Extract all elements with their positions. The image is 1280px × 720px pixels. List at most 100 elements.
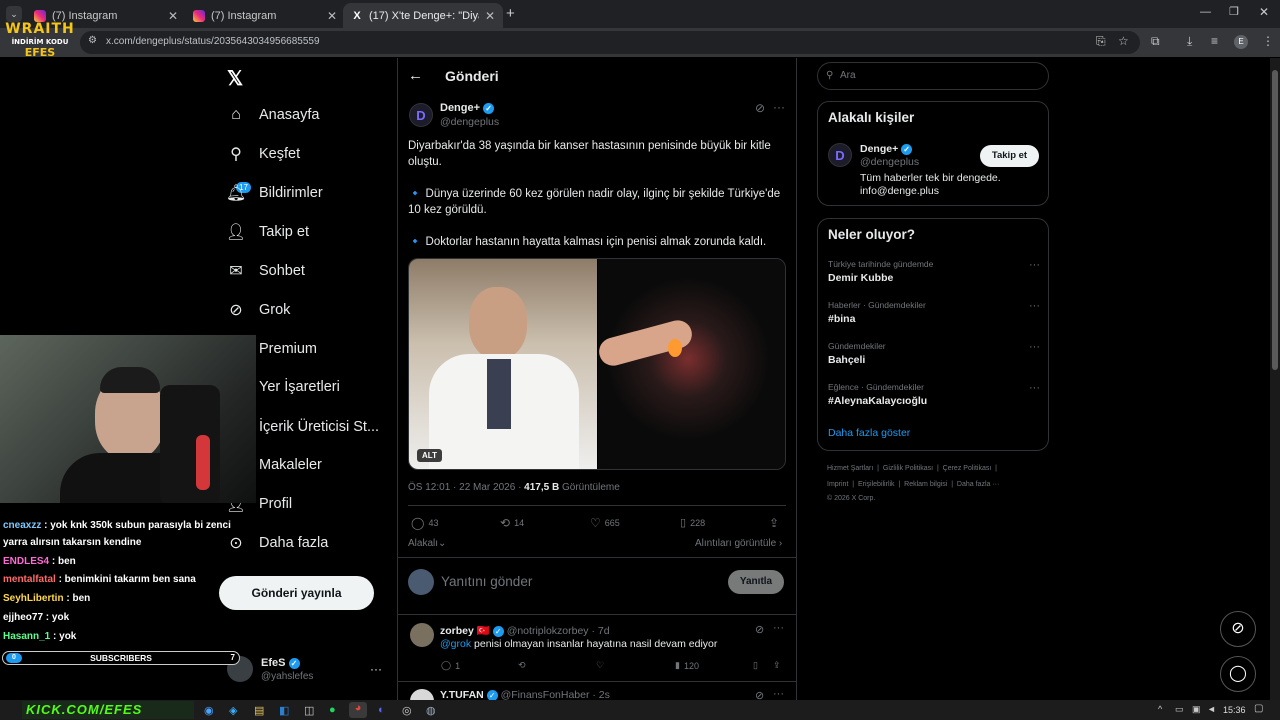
footer-links[interactable]: Hizmet Şartları | Gizlilik Politikası | … xyxy=(827,465,997,472)
address-bar[interactable]: x.com/dengeplus/status/20356430349566855… xyxy=(80,31,1140,54)
account-name[interactable]: EfeS ✓ xyxy=(261,657,300,669)
restore-icon[interactable]: ❐ xyxy=(1229,5,1239,18)
discord-icon[interactable]: ◐ xyxy=(378,704,385,716)
author-handle[interactable]: @dengeplus xyxy=(440,116,499,128)
post-media[interactable]: ALT xyxy=(408,258,786,470)
trend-more-icon[interactable]: ··· xyxy=(1029,382,1040,394)
view-quotes-link[interactable]: Alıntıları görüntüle › xyxy=(695,538,782,549)
explorer-icon[interactable]: ▤ xyxy=(254,704,264,717)
tray-app-icon[interactable]: ▭ xyxy=(1175,704,1184,715)
messages-float-button[interactable]: ◯ xyxy=(1220,656,1256,692)
reply-input[interactable]: Yanıtını gönder xyxy=(441,574,532,589)
browser-menu-icon[interactable]: ⋮ xyxy=(1262,34,1274,48)
copilot-icon[interactable]: ◈ xyxy=(229,704,237,717)
volume-icon[interactable]: ◄ xyxy=(1207,704,1216,714)
sidebar-item-grok[interactable]: ⊘ Grok xyxy=(227,301,290,319)
chrome-icon[interactable]: ◕ xyxy=(349,702,367,718)
sidebar-item-bell[interactable]: 🔔︎ Bildirimler xyxy=(225,184,323,202)
download-icon[interactable]: ⤓ xyxy=(1187,34,1192,49)
trend-item[interactable]: Haberler · Gündemdekiler #bina ··· xyxy=(828,300,1040,325)
close-tab-icon[interactable]: ✕ xyxy=(168,9,178,23)
minimize-icon[interactable]: — xyxy=(1200,6,1211,18)
repost-icon: ⟲ xyxy=(500,516,511,530)
reply-share-button[interactable]: ⇪ xyxy=(773,660,781,671)
profile-avatar[interactable]: E xyxy=(1234,35,1248,49)
sidebar-item-search[interactable]: ⚲ Keşfet xyxy=(227,145,300,163)
reply-button[interactable]: ◯ 43 xyxy=(411,516,438,530)
bell-icon: 🔔︎ xyxy=(225,185,247,202)
close-window-icon[interactable]: ✕ xyxy=(1259,5,1269,19)
close-tab-icon[interactable]: ✕ xyxy=(327,9,337,23)
show-more-link[interactable]: Daha fazla göster xyxy=(828,427,910,439)
sidebar-item-more-circle[interactable]: ⊙ Daha fazla xyxy=(227,534,328,552)
trend-more-icon[interactable]: ··· xyxy=(1029,259,1040,271)
bookmark-button[interactable]: ▯ 228 xyxy=(680,516,705,529)
grok-icon[interactable]: ⊘ xyxy=(755,101,765,115)
doctor-photo[interactable] xyxy=(409,259,597,469)
tab-list-button[interactable]: ⌄ xyxy=(6,6,22,22)
search-input[interactable]: Ara xyxy=(817,62,1049,90)
chevron-down-icon: ⌄ xyxy=(438,538,447,549)
suggested-avatar[interactable]: D xyxy=(828,143,852,167)
follow-button[interactable]: Takip et xyxy=(980,145,1039,167)
grok-float-button[interactable]: ⊘ xyxy=(1220,611,1256,647)
post-button[interactable]: Gönderi yayınla xyxy=(219,576,374,610)
steam-icon[interactable]: ◍ xyxy=(426,704,436,717)
scan-photo[interactable] xyxy=(595,259,785,469)
like-button[interactable]: ♡ 665 xyxy=(590,516,620,530)
reply-more-icon[interactable]: ··· xyxy=(773,622,784,634)
tab-x-post[interactable]: X(17) X'te Denge+: "Diyarbakır'd✕ xyxy=(343,3,503,28)
site-info-icon[interactable]: ⚙ xyxy=(88,35,97,46)
outlook-icon[interactable]: ◧ xyxy=(279,704,289,717)
spotify-icon[interactable]: ● xyxy=(329,704,336,716)
trend-item[interactable]: Türkiye tarihinde gündemde Demir Kubbe ··· xyxy=(828,259,1040,284)
back-arrow-icon[interactable]: ← xyxy=(408,67,423,84)
network-icon[interactable]: ▣ xyxy=(1192,704,1201,715)
reply-avatar[interactable] xyxy=(410,623,434,647)
install-app-icon[interactable]: ⎘ xyxy=(1096,34,1106,49)
sidebar-item-home[interactable]: ⌂ Anasayfa xyxy=(227,106,319,124)
author-avatar[interactable]: D xyxy=(409,103,433,127)
reply-repost-button[interactable]: ⟲ xyxy=(518,660,526,671)
my-avatar[interactable] xyxy=(408,569,434,595)
app-icon[interactable]: ◫ xyxy=(304,704,314,717)
divider xyxy=(408,505,786,506)
reply-reply-button[interactable]: ◯ 1 xyxy=(441,660,460,671)
sidebar-item-mail[interactable]: ✉ Sohbet xyxy=(227,262,305,280)
bookmark-star-icon[interactable]: ☆ xyxy=(1118,34,1129,48)
chat-message: ejjheo77 : yok xyxy=(3,612,69,623)
scrollbar-thumb[interactable] xyxy=(1272,70,1278,370)
trend-item[interactable]: Gündemdekiler Bahçeli ··· xyxy=(828,341,1040,366)
sidebar-item-person-add[interactable]: 👤︎ Takip et xyxy=(226,223,309,241)
reply-submit-button[interactable]: Yanıtla xyxy=(728,570,784,594)
reply-views-button[interactable]: ▮ 120 xyxy=(675,660,699,671)
edge-icon[interactable]: ◉ xyxy=(204,704,214,717)
notifications-icon[interactable]: ▢ xyxy=(1254,703,1263,714)
close-tab-icon[interactable]: ✕ xyxy=(485,9,495,23)
author-name[interactable]: Denge+ ✓ xyxy=(440,102,495,114)
obs-icon[interactable]: ◎ xyxy=(402,704,412,717)
account-menu-icon[interactable]: ··· xyxy=(370,662,382,676)
trend-more-icon[interactable]: ··· xyxy=(1029,300,1040,312)
alt-badge[interactable]: ALT xyxy=(417,449,442,462)
reply-more-icon[interactable]: ··· xyxy=(773,688,784,700)
reply-bookmark-button[interactable]: ▯ xyxy=(753,660,758,671)
new-tab-icon[interactable]: + xyxy=(506,5,515,22)
clock[interactable]: 15:36 xyxy=(1223,705,1246,715)
media-icon[interactable]: ≡ xyxy=(1211,34,1218,48)
x-logo-icon[interactable]: 𝕏 xyxy=(227,66,243,91)
tab-instagram-2[interactable]: (7) Instagram ✕ xyxy=(185,3,345,28)
suggested-name[interactable]: Denge+ ✓ xyxy=(860,143,913,155)
post-more-icon[interactable]: ··· xyxy=(773,100,785,114)
grok-icon[interactable]: ⊘ xyxy=(755,623,764,636)
share-button[interactable]: ⇪ xyxy=(769,516,779,530)
sort-relevant-dropdown[interactable]: Alakalı⌄ xyxy=(408,538,446,549)
divider xyxy=(397,557,797,558)
tray-chevron-icon[interactable]: ^ xyxy=(1158,704,1162,714)
trend-item[interactable]: Eğlence · Gündemdekiler #AleynaKalaycıoğl… xyxy=(828,382,1040,407)
footer-links[interactable]: Imprint | Erişilebilirlik | Reklam bilgi… xyxy=(827,481,999,488)
repost-button[interactable]: ⟲ 14 xyxy=(500,516,524,530)
extensions-icon[interactable]: ⧉ xyxy=(1151,34,1160,49)
trend-more-icon[interactable]: ··· xyxy=(1029,341,1040,353)
reply-like-button[interactable]: ♡ xyxy=(596,660,604,671)
